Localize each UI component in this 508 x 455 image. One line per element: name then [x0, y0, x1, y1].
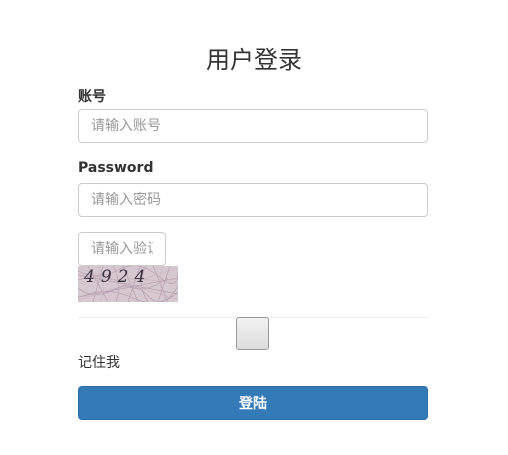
captcha-code: 4924 — [84, 267, 152, 287]
account-input[interactable] — [78, 109, 428, 143]
password-label: Password — [78, 160, 154, 176]
captcha-input[interactable] — [78, 232, 166, 266]
captcha-image[interactable]: 4924 — [78, 266, 178, 302]
remember-me-label[interactable]: 记住我 — [78, 352, 120, 372]
page-title: 用户登录 — [206, 46, 302, 74]
password-input[interactable] — [78, 183, 428, 217]
slider-handle[interactable] — [236, 317, 269, 350]
account-label: 账号 — [78, 89, 106, 105]
login-button[interactable]: 登陆 — [78, 386, 428, 420]
